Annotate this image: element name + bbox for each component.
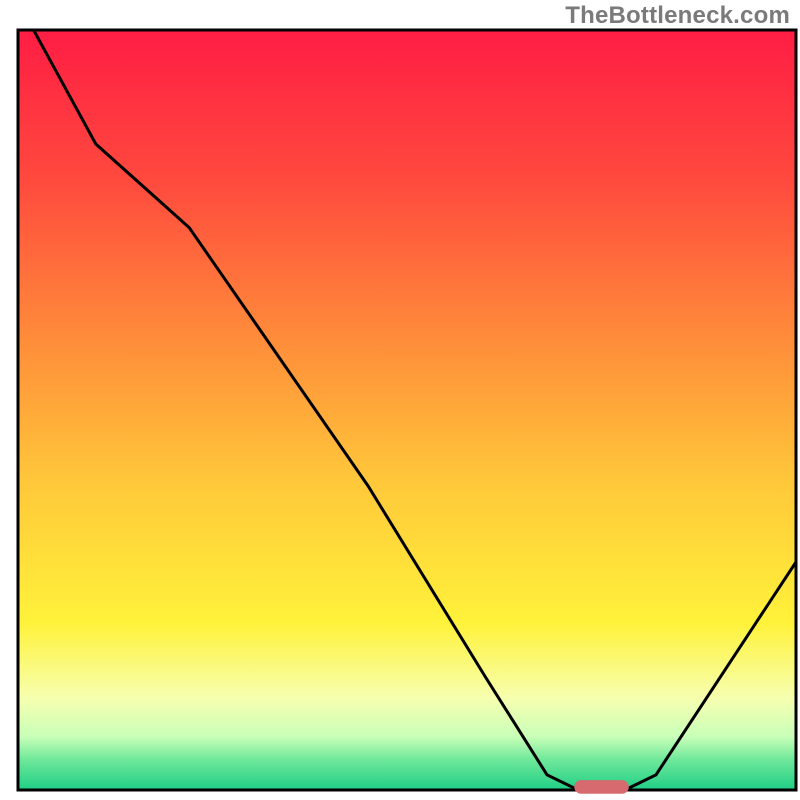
- chart-frame: TheBottleneck.com: [0, 0, 800, 800]
- gradient-background: [18, 30, 796, 790]
- optimal-marker: [574, 780, 629, 794]
- bottleneck-chart: [0, 0, 800, 800]
